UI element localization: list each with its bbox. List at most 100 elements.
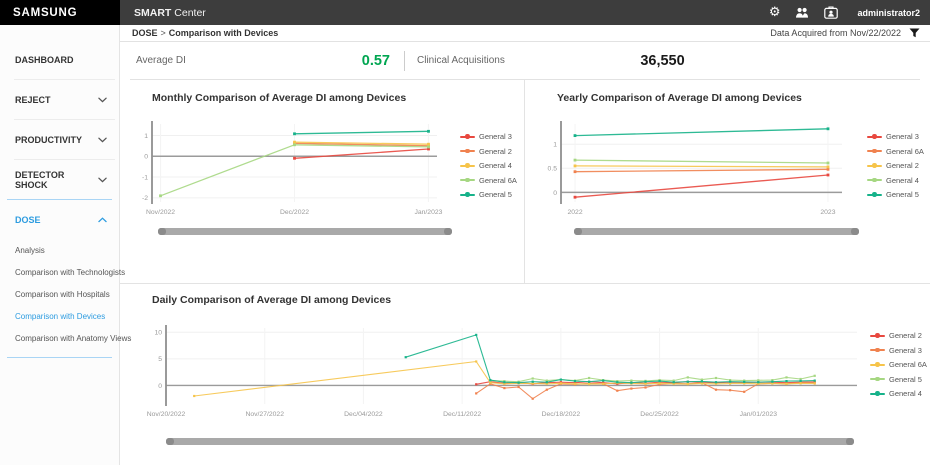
legend-marker-icon — [460, 133, 475, 140]
svg-text:2022: 2022 — [567, 209, 582, 216]
daily-chart-scrollbar[interactable] — [166, 438, 854, 445]
legend-item: General 4 — [867, 176, 924, 185]
legend-item: General 2 — [867, 161, 924, 170]
users-icon[interactable] — [795, 7, 809, 18]
clinical-acquisitions-value: 36,550 — [640, 53, 684, 69]
legend-label: General 4 — [479, 161, 512, 170]
legend-label: General 3 — [479, 132, 512, 141]
sidebar-item-dose[interactable]: DOSE — [0, 200, 119, 239]
legend-marker-icon — [460, 148, 475, 155]
sidebar-item-detector-shock[interactable]: DETECTOR SHOCK — [0, 160, 119, 199]
legend-item: General 3 — [870, 346, 927, 355]
legend-item: General 4 — [870, 389, 927, 398]
svg-text:Nov/2022: Nov/2022 — [146, 209, 175, 216]
svg-text:Dec/25/2022: Dec/25/2022 — [640, 411, 679, 418]
sidebar-item-dashboard[interactable]: DASHBOARD — [0, 40, 119, 79]
legend-marker-icon — [870, 361, 885, 368]
svg-text:0: 0 — [144, 154, 148, 161]
sidebar-subitem-comparison-with-technologists[interactable]: Comparison with Technologists — [0, 261, 119, 283]
daily-chart-panel: Daily Comparison of Average DI among Dev… — [120, 283, 930, 465]
daily-chart: Nov/20/2022 Nov/27/2022 Dec/04/2022 Dec/11/… — [132, 310, 862, 430]
legend-marker-icon — [870, 347, 885, 354]
svg-text:Dec/04/2022: Dec/04/2022 — [344, 411, 383, 418]
monthly-chart: Nov/2022 Dec/2022 Jan/2023 1 0 -1 -2 — [132, 116, 447, 220]
legend-label: General 2 — [886, 161, 919, 170]
legend-item: General 6A — [870, 360, 927, 369]
legend-item: General 5 — [460, 190, 517, 199]
legend-item: General 3 — [460, 132, 517, 141]
average-di-value: 0.57 — [362, 53, 390, 69]
legend-marker-icon — [460, 191, 475, 198]
clinical-acquisitions-label: Clinical Acquisitions — [417, 55, 505, 66]
account-box-icon[interactable] — [824, 6, 838, 19]
legend-item: General 6A — [867, 147, 924, 156]
legend-item: General 6A — [460, 176, 517, 185]
chevron-down-icon — [98, 177, 107, 183]
legend-label: General 4 — [889, 389, 922, 398]
svg-text:10: 10 — [154, 330, 162, 337]
legend-marker-icon — [867, 133, 882, 140]
legend-item: General 3 — [867, 132, 924, 141]
svg-text:0: 0 — [158, 383, 162, 390]
legend-marker-icon — [460, 177, 475, 184]
chevron-down-icon — [98, 97, 107, 103]
sidebar-nav: DASHBOARD REJECT PRODUCTIVITY DETECTOR SHOC… — [0, 25, 120, 465]
svg-text:Jan/2023: Jan/2023 — [414, 209, 442, 216]
yearly-chart: 2022202310.50 — [537, 116, 852, 220]
monthly-chart-panel: Monthly Comparison of Average DI among D… — [120, 80, 525, 283]
legend-marker-icon — [867, 191, 882, 198]
legend-label: General 4 — [886, 176, 919, 185]
yearly-chart-scrollbar[interactable] — [574, 228, 859, 235]
daily-chart-title: Daily Comparison of Average DI among Dev… — [152, 294, 930, 306]
legend-marker-icon — [867, 148, 882, 155]
svg-text:1: 1 — [144, 133, 148, 140]
username-label[interactable]: administrator2 — [857, 8, 920, 18]
svg-text:-2: -2 — [142, 195, 148, 202]
filter-icon[interactable] — [909, 28, 920, 38]
svg-text:Dec/11/2022: Dec/11/2022 — [443, 411, 481, 418]
sidebar-item-label: PRODUCTIVITY — [15, 135, 82, 145]
legend-item: General 4 — [460, 161, 517, 170]
svg-text:Dec/2022: Dec/2022 — [280, 209, 309, 216]
svg-text:0: 0 — [553, 190, 557, 197]
samsung-logo: SAMSUNG — [13, 7, 77, 19]
sidebar-subitem-comparison-with-devices[interactable]: Comparison with Devices — [0, 305, 119, 327]
legend-label: General 3 — [889, 346, 922, 355]
sidebar-subitem-comparison-with-anatomy-views[interactable]: Comparison with Anatomy Views — [0, 327, 119, 349]
sidebar-item-productivity[interactable]: PRODUCTIVITY — [0, 120, 119, 159]
svg-text:Nov/27/2022: Nov/27/2022 — [245, 411, 284, 418]
legend-marker-icon — [870, 376, 885, 383]
breadcrumb-section[interactable]: DOSE — [132, 28, 158, 38]
legend-item: General 5 — [867, 190, 924, 199]
sidebar-item-label: DOSE — [15, 215, 41, 225]
legend-label: General 5 — [479, 190, 512, 199]
legend-label: General 5 — [889, 375, 922, 384]
sidebar-subitem-comparison-with-hospitals[interactable]: Comparison with Hospitals — [0, 283, 119, 305]
svg-text:-1: -1 — [142, 174, 148, 181]
svg-text:Dec/18/2022: Dec/18/2022 — [542, 411, 581, 418]
legend-marker-icon — [870, 332, 885, 339]
legend-label: General 3 — [886, 132, 919, 141]
svg-text:2023: 2023 — [820, 209, 835, 216]
sidebar-item-reject[interactable]: REJECT — [0, 80, 119, 119]
sidebar-item-label: REJECT — [15, 95, 51, 105]
svg-text:Nov/20/2022: Nov/20/2022 — [147, 411, 186, 418]
sidebar-item-label: DETECTOR SHOCK — [15, 170, 98, 190]
sidebar-subitem-analysis[interactable]: Analysis — [0, 239, 119, 261]
legend-label: General 6A — [886, 147, 924, 156]
app-title-rest: Center — [174, 7, 206, 19]
monthly-chart-scrollbar[interactable] — [158, 228, 452, 235]
yearly-chart-panel: Yearly Comparison of Average DI among De… — [525, 80, 930, 283]
settings-icon[interactable]: ⚙ — [769, 6, 781, 19]
top-bar: SAMSUNG SMART Center ⚙ — [0, 0, 930, 25]
legend-item: General 5 — [870, 375, 927, 384]
svg-text:5: 5 — [158, 356, 162, 363]
app-header: SMART Center ⚙ administrator2 — [120, 0, 930, 25]
legend-item: General 2 — [870, 331, 927, 340]
yearly-chart-title: Yearly Comparison of Average DI among De… — [557, 92, 930, 104]
sidebar-submenu-end-divider — [7, 357, 112, 358]
monthly-chart-title: Monthly Comparison of Average DI among D… — [152, 92, 524, 104]
summary-stats-row: Average DI 0.57 Clinical Acquisitions 36… — [130, 42, 920, 80]
legend-item: General 2 — [460, 147, 517, 156]
legend-label: General 6A — [479, 176, 517, 185]
